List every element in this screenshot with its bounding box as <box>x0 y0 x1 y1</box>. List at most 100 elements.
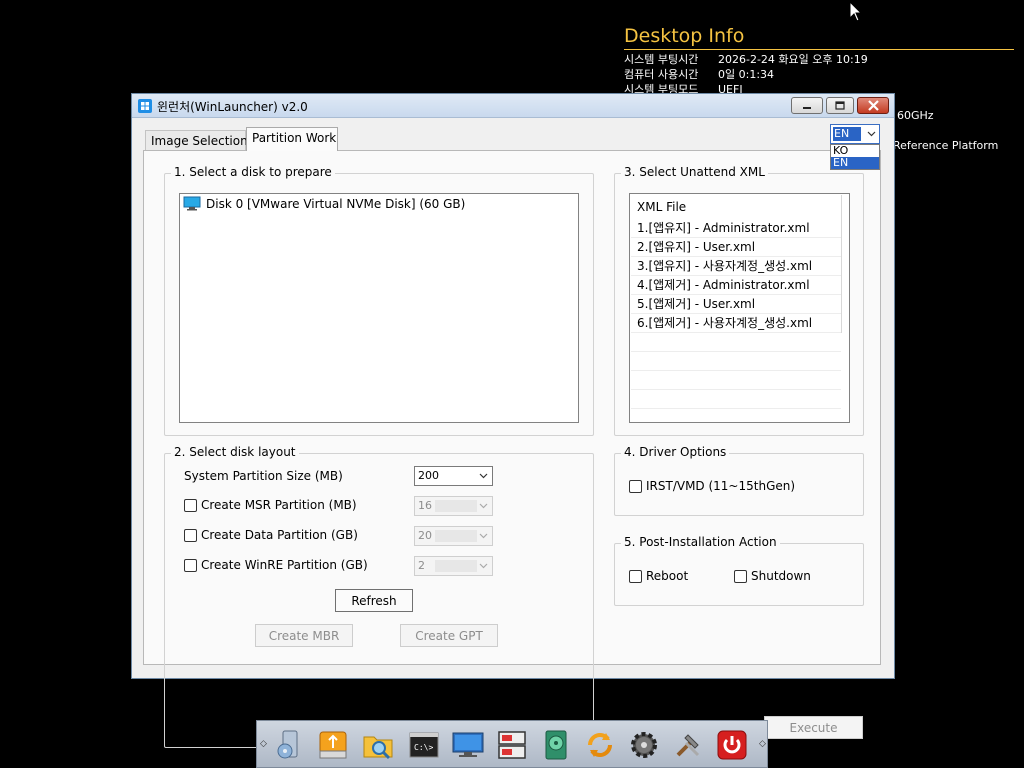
disk-layout-group: 2. Select disk layout System Partition S… <box>164 445 594 748</box>
desktop-info-divider <box>624 49 1014 50</box>
chevron-down-icon <box>479 503 488 509</box>
list-item[interactable]: Disk 0 [VMware Virtual NVMe Disk] (60 GB… <box>183 196 465 211</box>
uptime-row: 컴퓨터 사용시간 0일 0:1:34 <box>624 67 1016 82</box>
create-gpt-button[interactable]: Create GPT <box>400 624 498 647</box>
data-partition-combo[interactable]: 20 <box>414 526 493 546</box>
monitor-icon[interactable] <box>450 727 486 763</box>
boot-time-label: 시스템 부팅시간 <box>624 53 699 66</box>
irst-vmd-checkbox[interactable]: IRST/VMD (11~15thGen) <box>629 479 795 493</box>
chevron-down-icon <box>479 473 488 479</box>
driver-options-title: 4. Driver Options <box>621 445 730 459</box>
boot-time-value: 2026-2-24 화요일 오후 10:19 <box>718 53 868 66</box>
language-option-en[interactable]: EN <box>831 157 879 169</box>
unattend-xml-group: 3. Select Unattend XML XML File 1.[앱유지] … <box>614 165 864 436</box>
reboot-checkbox[interactable]: Reboot <box>629 569 688 583</box>
msr-partition-combo[interactable]: 16 <box>414 496 493 516</box>
disk-layout-title: 2. Select disk layout <box>171 445 299 459</box>
xml-file-header: XML File <box>637 200 687 214</box>
data-checkbox-box[interactable] <box>184 528 197 542</box>
folder-search-icon[interactable] <box>361 727 397 763</box>
language-selected-value: EN <box>833 127 861 141</box>
window-title: 윈런처(WinLauncher) v2.0 <box>157 100 308 114</box>
disk-select-group: 1. Select a disk to prepare Disk 0 [VMwa… <box>164 165 594 436</box>
create-mbr-button[interactable]: Create MBR <box>255 624 353 647</box>
empty-row <box>631 352 841 371</box>
winre-partition-combo[interactable]: 2 <box>414 556 493 576</box>
tab-partition-work[interactable]: Partition Work <box>246 127 338 151</box>
left-grip-icon[interactable]: ◇ <box>260 739 267 749</box>
msr-partition-checkbox[interactable]: Create MSR Partition (MB) <box>184 498 357 512</box>
chevron-down-icon <box>479 563 488 569</box>
system-partition-value: 200 <box>418 469 439 482</box>
mouse-cursor-icon <box>849 1 863 22</box>
close-button[interactable] <box>857 97 889 114</box>
maximize-button[interactable] <box>826 97 854 114</box>
post-install-title: 5. Post-Installation Action <box>621 535 780 549</box>
list-item[interactable]: 2.[앱유지] - User.xml <box>631 238 841 257</box>
tab-strip: Image Selection Partition Work <box>132 119 894 151</box>
minimize-icon <box>803 106 811 109</box>
right-grip-icon[interactable]: ◇ <box>759 739 766 749</box>
irst-checkbox-box[interactable] <box>629 479 642 493</box>
winre-checkbox-box[interactable] <box>184 558 197 572</box>
chevron-down-icon <box>479 533 488 539</box>
shutdown-checkbox[interactable]: Shutdown <box>734 569 811 583</box>
execute-button[interactable]: Execute <box>764 716 863 739</box>
xml-file-list[interactable]: XML File 1.[앱유지] - Administrator.xml 2.[… <box>629 193 850 423</box>
disk-list[interactable]: Disk 0 [VMware Virtual NVMe Disk] (60 GB… <box>179 193 579 423</box>
list-item[interactable]: 5.[앱제거] - User.xml <box>631 295 841 314</box>
system-partition-combo[interactable]: 200 <box>414 466 493 486</box>
msr-partition-label: Create MSR Partition (MB) <box>201 498 357 512</box>
svg-text:C:\>: C:\> <box>414 743 433 752</box>
disk-monitor-icon <box>183 196 201 211</box>
empty-row <box>631 371 841 390</box>
hdd-tool-icon[interactable] <box>538 727 574 763</box>
disk-select-title: 1. Select a disk to prepare <box>171 165 335 179</box>
partition-tool-icon[interactable] <box>494 727 530 763</box>
winre-partition-checkbox[interactable]: Create WinRE Partition (GB) <box>184 558 368 572</box>
tools-icon[interactable] <box>670 727 706 763</box>
empty-row <box>631 333 841 352</box>
close-icon <box>867 100 879 111</box>
list-item[interactable]: 3.[앱유지] - 사용자계정_생성.xml <box>631 257 841 276</box>
desktop-info-title: Desktop Info <box>624 25 745 47</box>
boot-time-row: 시스템 부팅시간 2026-2-24 화요일 오후 10:19 <box>624 52 1016 67</box>
unattend-xml-title: 3. Select Unattend XML <box>621 165 768 179</box>
system-partition-label: System Partition Size (MB) <box>184 469 343 483</box>
shutdown-label: Shutdown <box>751 569 811 583</box>
list-item[interactable]: 6.[앱제거] - 사용자계정_생성.xml <box>631 314 841 333</box>
windows-logo-icon <box>138 99 152 113</box>
usb-drive-icon[interactable] <box>315 727 351 763</box>
refresh-button[interactable]: Refresh <box>335 589 413 612</box>
list-item[interactable]: 4.[앱제거] - Administrator.xml <box>631 276 841 295</box>
data-partition-value: 20 <box>418 529 432 542</box>
column-divider <box>841 195 842 333</box>
data-partition-label: Create Data Partition (GB) <box>201 528 358 542</box>
settings-icon[interactable] <box>626 727 662 763</box>
list-item[interactable]: 1.[앱유지] - Administrator.xml <box>631 219 841 238</box>
msr-checkbox-box[interactable] <box>184 498 197 512</box>
title-bar[interactable]: 윈런처(WinLauncher) v2.0 <box>132 94 894 118</box>
msr-partition-value: 16 <box>418 499 432 512</box>
sync-icon[interactable] <box>582 727 618 763</box>
power-icon[interactable] <box>714 727 750 763</box>
language-dropdown-list: KO EN <box>830 144 880 170</box>
winre-partition-label: Create WinRE Partition (GB) <box>201 558 368 572</box>
shutdown-checkbox-box[interactable] <box>734 569 747 583</box>
command-prompt-icon[interactable]: C:\> <box>406 727 442 763</box>
tab-image-selection[interactable]: Image Selection <box>145 130 248 150</box>
desktop-info-panel: Desktop Info 시스템 부팅시간 2026-2-24 화요일 오후 10… <box>624 24 1016 97</box>
data-partition-checkbox[interactable]: Create Data Partition (GB) <box>184 528 358 542</box>
disk-utility-icon[interactable] <box>271 727 307 763</box>
disk-0-label: Disk 0 [VMware Virtual NVMe Disk] (60 GB… <box>206 196 466 211</box>
partition-work-page: 1. Select a disk to prepare Disk 0 [VMwa… <box>143 150 881 748</box>
winre-partition-value: 2 <box>418 559 425 572</box>
reboot-checkbox-box[interactable] <box>629 569 642 583</box>
driver-options-group: 4. Driver Options IRST/VMD (11~15thGen) <box>614 445 864 516</box>
disabled-fill <box>435 560 477 572</box>
minimize-button[interactable] <box>791 97 823 114</box>
language-select[interactable]: EN <box>830 124 880 144</box>
reboot-label: Reboot <box>646 569 689 583</box>
post-install-group: 5. Post-Installation Action Reboot Shutd… <box>614 535 864 606</box>
empty-row <box>631 390 841 409</box>
